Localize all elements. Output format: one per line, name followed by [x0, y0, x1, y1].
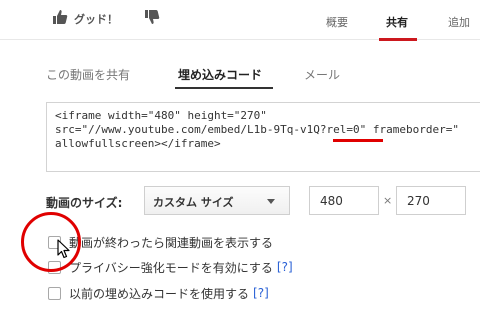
size-dropdown-value: カスタム サイズ: [153, 196, 234, 209]
rel-param-highlight: [333, 139, 383, 142]
tab-add[interactable]: 追加: [448, 14, 470, 30]
option-label: 以前の埋め込みコードを使用する: [69, 286, 250, 301]
option-old-embed[interactable]: 以前の埋め込みコードを使用する [?]: [48, 285, 269, 301]
checkbox[interactable]: [48, 286, 61, 300]
tab-share[interactable]: 共有: [386, 14, 408, 30]
active-tab-indicator: [379, 38, 417, 41]
embed-code-line: <iframe width="480" height="270": [55, 109, 267, 122]
thumbs-up-icon: [52, 9, 68, 29]
chevron-down-icon: [267, 199, 275, 204]
size-dropdown[interactable]: カスタム サイズ: [144, 186, 290, 215]
help-link[interactable]: [?]: [253, 286, 269, 300]
embed-code-line: allowfullscreen></iframe>: [55, 137, 221, 150]
highlight-circle: [21, 212, 81, 272]
help-link[interactable]: [?]: [277, 260, 293, 274]
embed-code-textarea[interactable]: <iframe width="480" height="270" src="//w…: [46, 102, 480, 172]
width-input[interactable]: [309, 186, 379, 215]
mouse-cursor-icon: [57, 239, 71, 263]
active-subtab-indicator: [175, 87, 273, 89]
subtab-embed-code[interactable]: 埋め込みコード: [178, 66, 262, 83]
like-label: グッド！: [74, 13, 118, 26]
height-input[interactable]: [396, 186, 466, 215]
action-bar: グッド！ 概要 共有 追加: [0, 0, 480, 40]
like-button[interactable]: グッド！: [52, 9, 118, 29]
option-label: 動画が終わったら関連動画を表示する: [69, 235, 274, 250]
share-subtabs: この動画を共有 埋め込みコード メール: [0, 62, 480, 86]
thumbs-down-icon: [144, 9, 160, 29]
video-size-label: 動画のサイズ:: [46, 196, 123, 210]
option-label: プライバシー強化モードを有効にする: [69, 260, 273, 275]
subtab-share-video[interactable]: この動画を共有: [46, 66, 130, 83]
embed-code-line: src="//www.youtube.com/embed/L1b-9Tq-v1Q…: [55, 123, 459, 136]
times-symbol: ×: [383, 194, 393, 207]
option-show-related[interactable]: 動画が終わったら関連動画を表示する: [48, 234, 273, 250]
dislike-button[interactable]: [144, 9, 160, 29]
tab-overview[interactable]: 概要: [326, 14, 348, 30]
option-privacy-mode[interactable]: プライバシー強化モードを有効にする [?]: [48, 259, 293, 275]
subtab-email[interactable]: メール: [304, 66, 340, 83]
